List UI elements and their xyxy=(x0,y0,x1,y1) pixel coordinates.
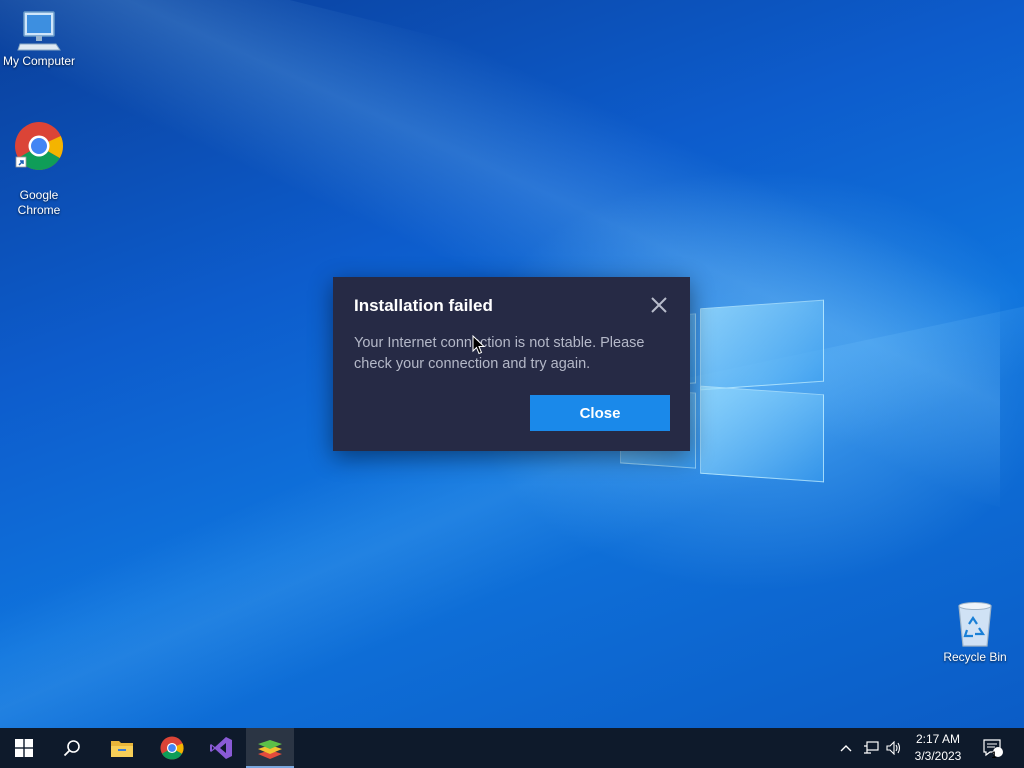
desktop-icon-google-chrome[interactable]: Google Chrome xyxy=(0,106,78,218)
recycle-bin-icon xyxy=(958,602,992,647)
desktop-icon-my-computer[interactable]: My Computer xyxy=(0,10,78,69)
search-icon xyxy=(63,740,80,757)
show-hidden-icons-button[interactable] xyxy=(836,728,856,768)
notification-badge: 1 xyxy=(991,750,997,760)
folder-icon xyxy=(111,741,133,757)
taskbar-google-chrome[interactable] xyxy=(148,728,196,768)
taskbar: 2:17 AM 3/3/2023 1 xyxy=(0,728,1024,768)
taskbar-visual-studio[interactable] xyxy=(197,728,245,768)
dialog-title: Installation failed xyxy=(354,296,493,315)
network-tray-button[interactable] xyxy=(860,728,882,768)
chrome-icon xyxy=(15,122,63,170)
taskbar-bluestacks[interactable] xyxy=(246,728,294,768)
network-icon xyxy=(864,741,879,754)
volume-tray-button[interactable] xyxy=(884,728,904,768)
desktop-icon-recycle-bin[interactable]: Recycle Bin xyxy=(936,600,1014,665)
chrome-icon xyxy=(160,736,184,760)
computer-icon xyxy=(17,11,61,51)
close-icon[interactable] xyxy=(649,295,669,315)
speaker-icon xyxy=(886,741,901,755)
start-button[interactable] xyxy=(0,728,48,768)
action-center-button[interactable]: 1 xyxy=(978,728,1008,768)
desktop-icon-label: My Computer xyxy=(2,54,76,68)
close-button[interactable]: Close xyxy=(530,395,670,431)
bluestacks-icon xyxy=(258,740,282,759)
mouse-cursor-icon xyxy=(472,335,486,355)
clock-date: 3/3/2023 xyxy=(914,749,962,763)
dialog-message: Your Internet connection is not stable. … xyxy=(354,335,645,372)
windows-start-icon xyxy=(15,739,33,757)
visual-studio-icon xyxy=(210,737,232,759)
search-button[interactable] xyxy=(48,728,96,768)
clock[interactable]: 2:17 AM 3/3/2023 xyxy=(902,731,974,765)
taskbar-file-explorer[interactable] xyxy=(98,728,146,768)
desktop-icon-label: Google Chrome xyxy=(17,188,61,217)
desktop-icon-label: Recycle Bin xyxy=(943,650,1007,664)
chevron-up-icon xyxy=(840,745,852,752)
clock-time: 2:17 AM xyxy=(915,732,961,746)
installation-failed-dialog: Installation failed Your Internet connec… xyxy=(333,277,690,451)
